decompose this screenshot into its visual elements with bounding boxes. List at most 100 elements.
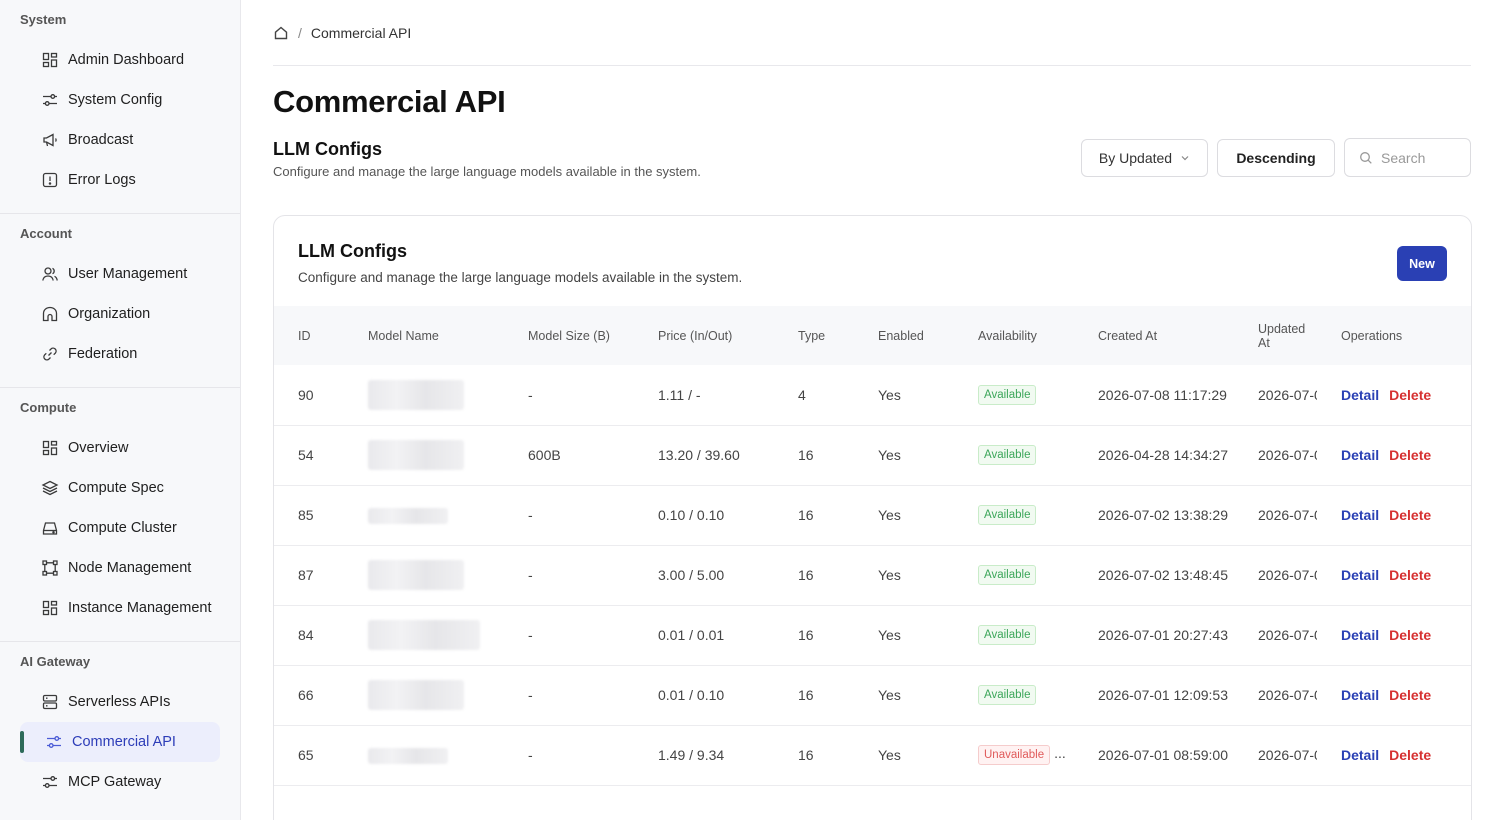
cell-enabled: Yes	[854, 545, 954, 606]
sidebar-item-error-logs[interactable]: Error Logs	[20, 160, 220, 200]
section-header: LLM Configs Configure and manage the lar…	[273, 138, 1471, 198]
cell-enabled: Yes	[854, 485, 954, 546]
page-title: Commercial API	[273, 84, 506, 119]
sliders-icon	[44, 732, 64, 752]
detail-link[interactable]: Detail	[1341, 567, 1379, 583]
delete-link[interactable]: Delete	[1389, 387, 1431, 403]
llm-configs-table: ID Model Name Model Size (B) Price (In/Out)…	[274, 306, 1471, 786]
cell-enabled: Yes	[854, 365, 954, 426]
nav-section-system: System Admin Dashboard System Config Broadc…	[0, 0, 240, 214]
cell-created-at: 2026-07-08 11:17:29	[1074, 365, 1234, 426]
nav-section-compute: Compute Overview Compute Spec Compute Clust…	[0, 388, 240, 642]
cell-availability: Available	[954, 605, 1074, 666]
list-controls: By Updated Descending	[1081, 138, 1471, 177]
table-row: 54 600B 13.20 / 39.60 16 Yes Available 2026-04…	[274, 425, 1471, 486]
sidebar-item-organization[interactable]: Organization	[20, 294, 220, 334]
llm-configs-card: LLM Configs Configure and manage the lar…	[273, 215, 1472, 820]
cell-type: 16	[774, 545, 854, 606]
sidebar-item-commercial-api[interactable]: Commercial API	[20, 722, 220, 762]
detail-link[interactable]: Detail	[1341, 507, 1379, 523]
sidebar-item-admin-dashboard[interactable]: Admin Dashboard	[20, 40, 220, 80]
detail-link[interactable]: Detail	[1341, 747, 1379, 763]
status-badge: Available	[978, 685, 1037, 705]
nav-section-title: System	[20, 12, 67, 27]
cell-created-at: 2026-07-01 08:59:00	[1074, 725, 1234, 786]
delete-link[interactable]: Delete	[1389, 447, 1431, 463]
detail-link[interactable]: Detail	[1341, 447, 1379, 463]
sidebar-item-broadcast[interactable]: Broadcast	[20, 120, 220, 160]
search-box[interactable]	[1344, 138, 1471, 177]
cell-operations: Detail Delete	[1317, 605, 1471, 666]
sidebar-item-instance-management[interactable]: Instance Management	[20, 588, 220, 628]
cell-model-size: -	[504, 545, 634, 606]
users-icon	[40, 264, 60, 284]
sort-order-button[interactable]: Descending	[1217, 138, 1335, 177]
cell-created-at: 2026-07-01 12:09:53	[1074, 665, 1234, 726]
sidebar-item-mcp-gateway[interactable]: MCP Gateway	[20, 762, 220, 802]
redacted-model-name	[368, 440, 464, 470]
detail-link[interactable]: Detail	[1341, 627, 1379, 643]
delete-link[interactable]: Delete	[1389, 747, 1431, 763]
cell-id: 65	[274, 725, 344, 786]
cell-model-name	[344, 365, 504, 426]
delete-link[interactable]: Delete	[1389, 567, 1431, 583]
cell-model-size: -	[504, 605, 634, 666]
cell-availability: Available	[954, 545, 1074, 606]
server-icon	[40, 692, 60, 712]
home-icon[interactable]	[273, 25, 289, 41]
cell-price: 13.20 / 39.60	[634, 425, 774, 486]
cell-model-size: 600B	[504, 425, 634, 486]
sidebar-item-label: Compute Spec	[68, 480, 164, 496]
cell-availability: Unavailable...	[954, 725, 1074, 786]
search-input[interactable]	[1381, 149, 1466, 166]
cell-availability: Available	[954, 485, 1074, 546]
grid-icon	[40, 598, 60, 618]
redacted-model-name	[368, 507, 448, 524]
cell-model-name	[344, 485, 504, 546]
cell-type: 16	[774, 425, 854, 486]
detail-link[interactable]: Detail	[1341, 387, 1379, 403]
table-row: 84 -0.01 / 0.01 16 Yes Available 2026-07-01 2…	[274, 605, 1471, 666]
sliders-icon	[40, 90, 60, 110]
nav-section-title: AI Gateway	[20, 654, 91, 669]
redacted-model-name	[368, 379, 464, 410]
section-description: Configure and manage the large language …	[273, 164, 701, 179]
sidebar-item-compute-cluster[interactable]: Compute Cluster	[20, 508, 220, 548]
status-badge: Available	[978, 625, 1037, 645]
column-header-model-name: Model Name	[368, 328, 439, 343]
delete-link[interactable]: Delete	[1389, 627, 1431, 643]
column-header-enabled: Enabled	[878, 328, 924, 343]
sidebar-item-system-config[interactable]: System Config	[20, 80, 220, 120]
cell-updated-at: 2026-07-02 1	[1234, 485, 1317, 546]
card-description: Configure and manage the large language …	[298, 270, 743, 285]
cell-price: 0.01 / 0.10	[634, 665, 774, 726]
cell-created-at: 2026-07-02 13:38:29	[1074, 485, 1234, 546]
link-icon	[40, 344, 60, 364]
nav-section-account: Account User Management Organization Federa…	[0, 214, 240, 388]
cell-model-size: -	[504, 485, 634, 546]
megaphone-icon	[40, 130, 60, 150]
sidebar-item-federation[interactable]: Federation	[20, 334, 220, 374]
sidebar-item-node-management[interactable]: Node Management	[20, 548, 220, 588]
cell-id: 66	[274, 665, 344, 726]
column-header-price-in-out: Price (In/Out)	[658, 328, 733, 343]
sidebar-item-label: Instance Management	[68, 600, 212, 616]
cell-price: 1.49 / 9.34	[634, 725, 774, 786]
cell-availability: Available	[954, 425, 1074, 486]
sidebar-item-label: MCP Gateway	[68, 774, 162, 790]
delete-link[interactable]: Delete	[1389, 507, 1431, 523]
table-body: 90-1.11 / -4 Yes Available 2026-07-08 11:17…	[274, 365, 1471, 786]
sort-select[interactable]: By Updated	[1081, 138, 1208, 177]
sidebar-item-label: Compute Cluster	[68, 520, 177, 536]
new-button[interactable]: New	[1397, 246, 1447, 281]
detail-link[interactable]: Detail	[1341, 687, 1379, 703]
delete-link[interactable]: Delete	[1389, 687, 1431, 703]
column-header-updated-at: Updated At	[1258, 321, 1306, 350]
cell-updated-at: 2026-07-07 1	[1234, 425, 1317, 486]
sidebar-item-compute-spec[interactable]: Compute Spec	[20, 468, 220, 508]
sidebar-item-serverless-apis[interactable]: Serverless APIs	[20, 682, 220, 722]
cell-price: 0.10 / 0.10	[634, 485, 774, 546]
sidebar-item-user-management[interactable]: User Management	[20, 254, 220, 294]
nav-section-ai-gateway: AI Gateway Serverless APIs Commercial API M…	[0, 642, 240, 815]
sidebar-item-overview[interactable]: Overview	[20, 428, 220, 468]
